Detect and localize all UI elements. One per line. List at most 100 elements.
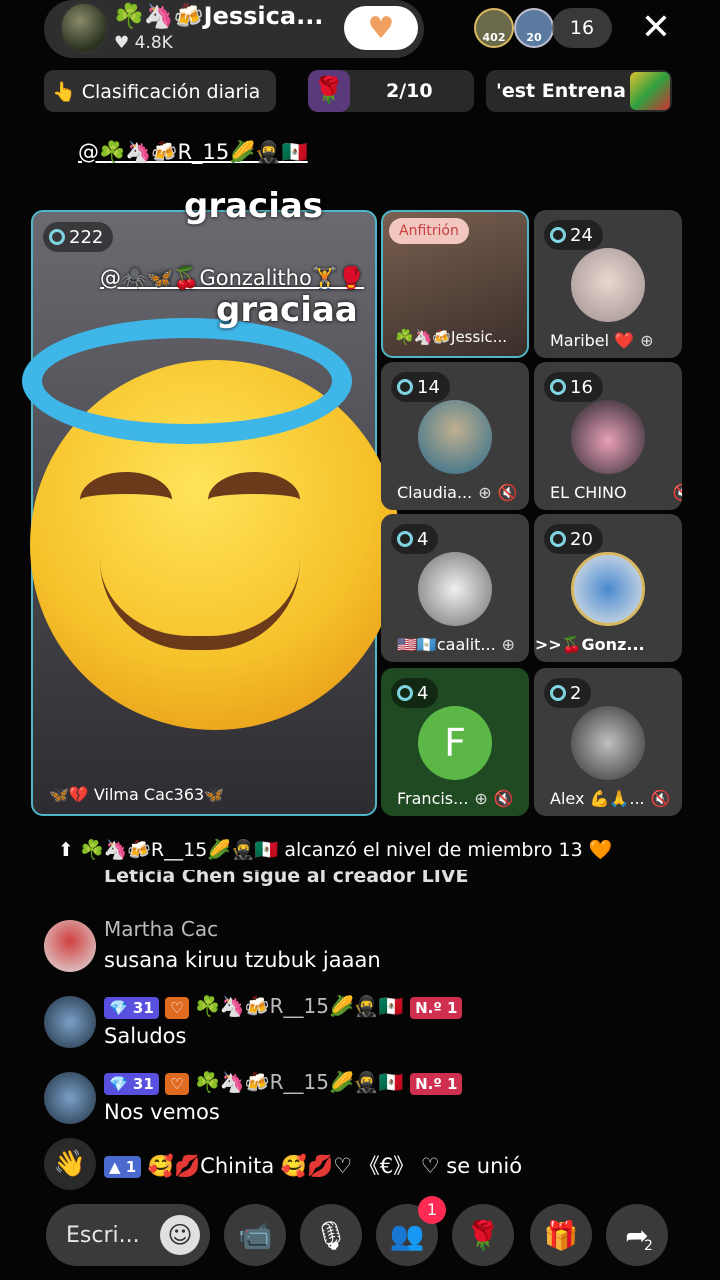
- share-count: 2: [644, 1238, 653, 1254]
- rose-gift-button[interactable]: 🌹: [452, 1204, 514, 1266]
- chat-message: Saludos: [104, 1024, 187, 1048]
- chat-username-row[interactable]: 💎 31 ♡ ☘️🦄🍻R__15🌽🥷🇲🇽 N.º 1: [104, 994, 463, 1019]
- rose-goal-progress: 2/10: [386, 80, 433, 102]
- camera-off-button[interactable]: 📹: [224, 1204, 286, 1266]
- plus-icon[interactable]: ⊕: [478, 483, 491, 502]
- score-pill: 222: [43, 222, 114, 252]
- overlay-mention: @🕷️🦋🍒Gonzalitho🏋️🥊: [100, 266, 365, 290]
- chat-avatar[interactable]: [44, 996, 96, 1048]
- guest-name: 🇺🇸🇬🇹caalit...: [397, 635, 496, 654]
- guest-tile[interactable]: 4 🇺🇸🇬🇹caalit... ⊕: [381, 514, 529, 662]
- fan-badge-icon: ♡: [165, 996, 189, 1019]
- chat-message: Nos vemos: [104, 1100, 220, 1124]
- guest-avatar: [571, 552, 645, 626]
- rank-badge: N.º 1: [410, 996, 463, 1019]
- score-pill: 4: [391, 678, 439, 708]
- ranking-label: 👆 Clasificación diaria: [52, 80, 261, 103]
- level-badge: ▲ 1: [104, 1156, 142, 1178]
- fest-badge-icon: [630, 72, 670, 110]
- level-badge: 💎 31: [104, 996, 159, 1019]
- rose-goal-pill[interactable]: 🌹 2/10: [308, 70, 474, 112]
- chat-message: susana kiruu tzubuk jaaan: [104, 948, 381, 972]
- heart-icon: ♥ 10: [367, 10, 407, 46]
- guest-tile[interactable]: 2 Alex 💪🙏... 🔇: [534, 668, 682, 816]
- follow-notice: Leticia Chen sigue al creador LIVE: [104, 870, 469, 887]
- microphone-button[interactable]: 🎙: [300, 1204, 362, 1266]
- host-tile[interactable]: Anfitrión ☘️🦄🍻Jessic...: [381, 210, 529, 358]
- mic-muted-icon: 🔇: [673, 483, 682, 502]
- chat-username[interactable]: Martha Cac: [104, 917, 218, 941]
- score-pill: 2: [544, 678, 592, 708]
- top-viewer-avatar-2[interactable]: 20: [514, 8, 554, 48]
- guest-avatar: [418, 400, 492, 474]
- viewer-count[interactable]: 16: [552, 8, 612, 48]
- daily-ranking-button[interactable]: 👆 Clasificación diaria: [44, 70, 276, 112]
- emoji-picker-icon[interactable]: ☺: [160, 1215, 200, 1255]
- chat-avatar[interactable]: [44, 920, 96, 972]
- microphone-icon: 🎙: [313, 1218, 349, 1252]
- follow-count: 10: [389, 20, 407, 35]
- guest-tile[interactable]: 4 F Francis... ⊕ 🔇: [381, 668, 529, 816]
- guest-tile[interactable]: 16 EL CHINO 🔇: [534, 362, 682, 510]
- rose-icon: 🌹: [465, 1218, 501, 1252]
- host-name: ☘️🦄🍻Jessica...: [114, 2, 324, 30]
- guest-tile[interactable]: 24 Maribel ❤️ ⊕: [534, 210, 682, 358]
- score-pill: 4: [391, 524, 439, 554]
- host-likes: ♥ 4.8K: [114, 33, 173, 53]
- overlay-message: graciaa: [216, 290, 358, 330]
- fest-label: 'est Entrena: [496, 80, 626, 102]
- guest-tile[interactable]: 14 Claudia... ⊕ 🔇: [381, 362, 529, 510]
- fan-badge-icon: ♡: [165, 1072, 189, 1095]
- guest-tile[interactable]: 20 >>>>🍒Gonz...: [534, 514, 682, 662]
- host-tag: Anfitrión: [389, 218, 469, 244]
- plus-icon[interactable]: ⊕: [474, 789, 487, 808]
- guest-name: Francis...: [397, 789, 469, 808]
- fest-banner[interactable]: 'est Entrena: [486, 70, 672, 112]
- chat-avatar[interactable]: [44, 1072, 96, 1124]
- guest-name: Maribel ❤️: [550, 331, 635, 350]
- emoji-eye-left: [80, 472, 172, 528]
- level-badge: 💎 31: [104, 1072, 159, 1095]
- wave-icon[interactable]: 👋: [44, 1138, 96, 1190]
- comment-input[interactable]: Escri... ☺: [46, 1204, 210, 1266]
- mic-muted-icon: 🔇: [497, 483, 518, 502]
- level-up-notice: ⬆ ☘️🦄🍻R__15🌽🥷🇲🇽 alcanzó el nivel de miem…: [58, 839, 613, 861]
- halo-icon: [22, 318, 352, 444]
- top-viewer-avatar-1[interactable]: 402: [474, 8, 514, 48]
- guest-name: >>>>🍒Gonz...: [534, 635, 645, 654]
- close-icon[interactable]: ✕: [636, 8, 676, 48]
- overlay-mention: @☘️🦄🍻R_15🌽🥷🇲🇽: [78, 140, 308, 164]
- guest-name: Claudia...: [397, 483, 473, 502]
- follow-button[interactable]: ♥ 10: [344, 6, 418, 50]
- overlay-message: gracias: [184, 186, 324, 226]
- guest-avatar: [571, 706, 645, 780]
- guest-name: 🦋💔 Vilma Cac363🦋: [49, 785, 225, 804]
- comment-placeholder: Escri...: [66, 1222, 140, 1248]
- guest-avatar: F: [418, 706, 492, 780]
- emoji-eye-right: [208, 472, 300, 528]
- join-notice-row: ▲ 1 🥰💋Chinita 🥰💋♡ 《€》 ♡ se unió: [104, 1150, 522, 1180]
- score-pill: 24: [544, 220, 603, 250]
- rose-icon: 🌹: [308, 70, 350, 112]
- guest-name: Alex 💪🙏...: [550, 789, 645, 808]
- camera-off-icon: 📹: [237, 1218, 273, 1252]
- plus-icon[interactable]: ⊕: [640, 331, 653, 350]
- rank-badge: N.º 1: [410, 1072, 463, 1095]
- gift-icon: 🎁: [543, 1218, 579, 1252]
- score-pill: 20: [544, 524, 603, 554]
- host-tile-name: ☘️🦄🍻Jessic...: [395, 328, 508, 346]
- guests-notification-badge: 1: [418, 1196, 446, 1224]
- chat-username-row[interactable]: 💎 31 ♡ ☘️🦄🍻R__15🌽🥷🇲🇽 N.º 1: [104, 1070, 463, 1095]
- join-notice: 🥰💋Chinita 🥰💋♡ 《€》 ♡ se unió: [147, 1154, 523, 1178]
- mic-muted-icon: 🔇: [493, 789, 514, 808]
- share-button[interactable]: ➦ 2: [606, 1204, 668, 1266]
- guest-avatar: [418, 552, 492, 626]
- guests-icon: 👥: [389, 1218, 425, 1252]
- guest-name: EL CHINO: [550, 483, 627, 502]
- host-avatar[interactable]: [60, 2, 108, 54]
- gift-button[interactable]: 🎁: [530, 1204, 592, 1266]
- guests-button[interactable]: 👥 1: [376, 1196, 446, 1266]
- score-pill: 14: [391, 372, 450, 402]
- plus-icon[interactable]: ⊕: [502, 635, 515, 654]
- score-pill: 16: [544, 372, 603, 402]
